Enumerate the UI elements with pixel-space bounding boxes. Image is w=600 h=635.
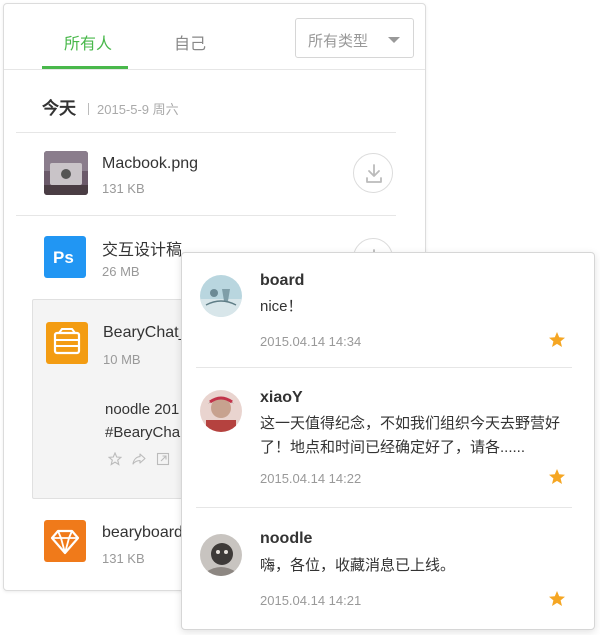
file-name: BearyChat_ <box>103 324 188 341</box>
file-name: bearyboard <box>102 524 183 541</box>
avatar[interactable] <box>200 390 242 432</box>
comments-panel: board nice！ 2015.04.14 14:34 xiaoY 这一天值得… <box>181 252 595 630</box>
comment-item: noodle 嗨，各位，收藏消息已上线。 2015.04.14 14:21 <box>182 508 594 630</box>
file-tabs: 所有人 自己 所有类型 <box>4 4 425 70</box>
archive-icon <box>46 322 88 364</box>
type-filter-dropdown[interactable]: 所有类型 <box>295 18 414 58</box>
file-name: Macbook.png <box>102 155 199 172</box>
download-icon <box>366 164 382 183</box>
tab-everyone[interactable]: 所有人 <box>64 30 112 54</box>
photoshop-icon: Ps <box>44 236 86 278</box>
comment-author[interactable]: board <box>260 272 304 290</box>
comment-text: 这一天值得纪念，不如我们组织今天去野营好了！地点和时间已经确定好了，请各....… <box>260 415 561 456</box>
comment-item: xiaoY 这一天值得纪念，不如我们组织今天去野营好了！地点和时间已经确定好了，… <box>182 368 594 507</box>
comment-author[interactable]: xiaoY <box>260 389 303 407</box>
comment-time: 2015.04.14 14:21 <box>260 593 362 608</box>
file-size: 10 MB <box>103 352 141 367</box>
comment-time: 2015.04.14 14:34 <box>260 334 362 349</box>
day-header: 今天 2015-5-9 周六 <box>42 94 179 118</box>
comment-author[interactable]: noodle <box>260 530 312 548</box>
sketch-icon <box>44 520 86 562</box>
message-line: noodle 201 <box>105 401 180 418</box>
tab-self[interactable]: 自己 <box>174 30 206 54</box>
divider <box>88 103 89 115</box>
file-size: 131 KB <box>102 551 145 566</box>
star-icon[interactable] <box>548 468 566 486</box>
chevron-down-icon <box>388 37 400 43</box>
photoshop-badge: Ps <box>53 248 74 267</box>
star-outline-icon[interactable] <box>108 452 122 466</box>
comment-text: nice！ <box>260 298 303 315</box>
day-date: 2015-5-9 周六 <box>97 102 179 117</box>
file-item[interactable]: Macbook.png 131 KB <box>4 133 425 215</box>
download-button[interactable] <box>353 153 393 193</box>
avatar[interactable] <box>200 275 242 317</box>
avatar[interactable] <box>200 534 242 576</box>
comment-time: 2015.04.14 14:22 <box>260 471 362 486</box>
message-line: #BearyCha <box>105 424 181 441</box>
file-size: 131 KB <box>102 181 145 196</box>
day-title: 今天 <box>42 99 76 118</box>
image-thumbnail-icon <box>44 151 88 195</box>
active-tab-indicator <box>42 66 128 69</box>
open-external-icon[interactable] <box>156 452 170 466</box>
star-icon[interactable] <box>548 590 566 608</box>
comment-item: board nice！ 2015.04.14 14:34 <box>182 253 594 367</box>
star-icon[interactable] <box>548 331 566 349</box>
comment-text: 嗨，各位，收藏消息已上线。 <box>260 557 456 574</box>
type-filter-label: 所有类型 <box>308 33 369 50</box>
file-size: 26 MB <box>102 264 140 279</box>
share-icon[interactable] <box>132 452 146 466</box>
file-name: 交互设计稿 <box>102 242 183 259</box>
